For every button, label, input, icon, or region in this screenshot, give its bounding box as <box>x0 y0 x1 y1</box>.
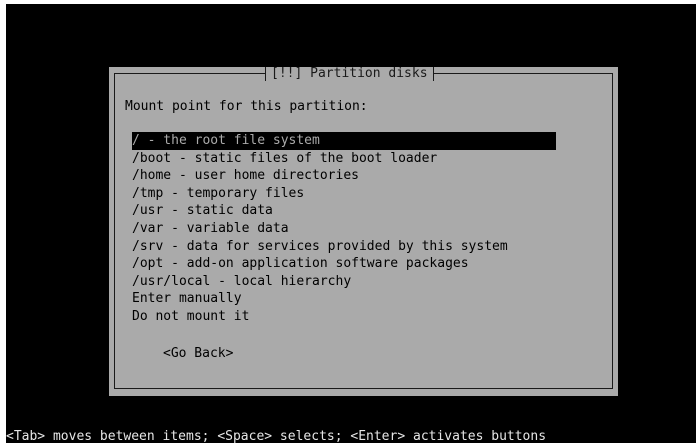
mount-option-tmp[interactable]: /tmp - temporary files <box>132 185 556 203</box>
mount-option-var[interactable]: /var - variable data <box>132 220 556 238</box>
mount-option-opt[interactable]: /opt - add-on application software packa… <box>132 255 556 273</box>
mount-option-root[interactable]: / - the root file system <box>132 132 556 150</box>
mount-option-enter-manually[interactable]: Enter manually <box>132 290 556 308</box>
mount-point-list: / - the root file system /boot - static … <box>132 132 556 326</box>
mount-option-home[interactable]: /home - user home directories <box>132 167 556 185</box>
dialog-prompt: Mount point for this partition: <box>125 99 368 114</box>
dialog-title: [!!] Partition disks <box>265 67 434 81</box>
mount-option-srv[interactable]: /srv - data for services provided by thi… <box>132 238 556 256</box>
terminal-screen: [!!] Partition disks Mount point for thi… <box>6 4 696 443</box>
partition-dialog: [!!] Partition disks Mount point for thi… <box>109 67 618 396</box>
help-status-line: <Tab> moves between items; <Space> selec… <box>6 429 547 443</box>
mount-option-boot[interactable]: /boot - static files of the boot loader <box>132 150 556 168</box>
mount-option-do-not-mount[interactable]: Do not mount it <box>132 308 556 326</box>
go-back-button[interactable]: <Go Back> <box>163 346 233 362</box>
mount-option-usr[interactable]: /usr - static data <box>132 202 556 220</box>
mount-option-usr-local[interactable]: /usr/local - local hierarchy <box>132 273 556 291</box>
